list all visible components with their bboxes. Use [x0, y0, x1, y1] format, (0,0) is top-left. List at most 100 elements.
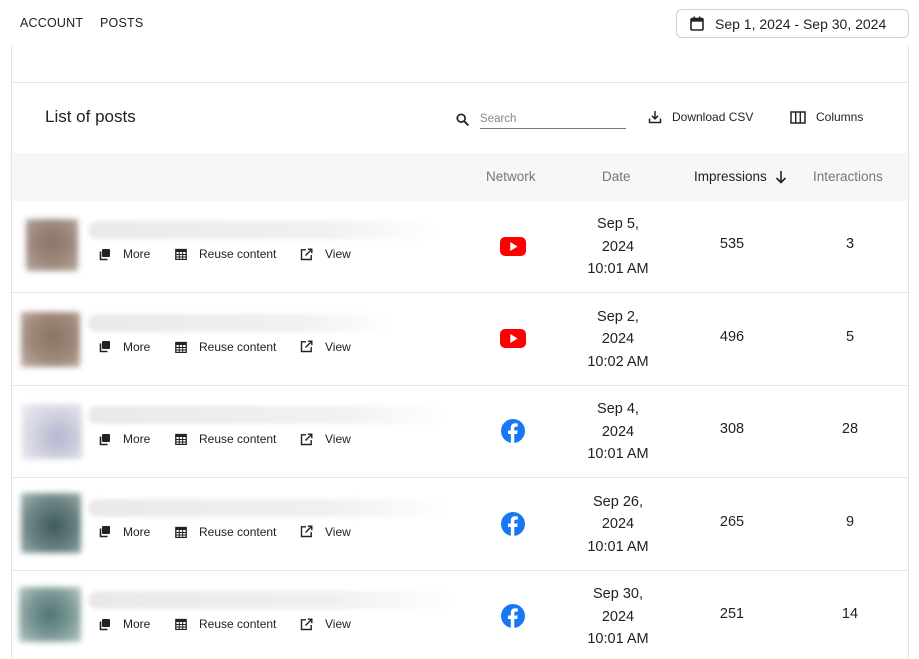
- network-icon-cell: [500, 418, 526, 444]
- more-button[interactable]: More: [98, 617, 175, 631]
- post-date: Sep 5, 2024 10:01 AM: [568, 213, 668, 281]
- reuse-content-button[interactable]: Reuse content: [175, 432, 300, 446]
- facebook-icon: [501, 511, 525, 536]
- calendar-grid-icon: [175, 618, 187, 630]
- network-icon-cell: [500, 603, 526, 629]
- posts-panel: List of posts Download CSV Columns Netwo…: [11, 46, 909, 659]
- facebook-icon: [501, 604, 525, 628]
- interactions-value: 9: [845, 513, 855, 530]
- post-title[interactable]: [88, 313, 393, 332]
- copy-icon: [99, 618, 110, 630]
- row-actions: More Reuse content View: [98, 432, 351, 446]
- nav-posts[interactable]: POSTS: [100, 16, 143, 30]
- table-row: More Reuse content Vi: [12, 571, 908, 659]
- network-icon-cell: [500, 511, 526, 537]
- post-date: Sep 26, 2024 10:01 AM: [568, 491, 668, 559]
- more-button[interactable]: More: [98, 247, 175, 261]
- network-icon-cell: [500, 326, 526, 352]
- more-label: More: [123, 247, 151, 261]
- reuse-content-label: Reuse content: [199, 247, 277, 261]
- columns-button[interactable]: Columns: [790, 110, 863, 124]
- impressions-value: 308: [719, 421, 745, 437]
- reuse-content-button[interactable]: Reuse content: [175, 617, 300, 631]
- view-label: View: [325, 339, 351, 354]
- external-link-icon: [300, 525, 313, 538]
- impressions-value: 496: [719, 328, 745, 345]
- search-box: [456, 109, 626, 129]
- more-label: More: [123, 524, 151, 539]
- post-date: Sep 2, 2024 10:02 AM: [568, 306, 668, 374]
- view-button[interactable]: View: [300, 617, 351, 631]
- date-range-picker[interactable]: Sep 1, 2024 - Sep 30, 2024: [676, 9, 909, 38]
- column-header-impressions[interactable]: Impressions: [694, 169, 787, 184]
- view-label: View: [325, 617, 351, 631]
- more-button[interactable]: More: [98, 432, 175, 446]
- calendar-grid-icon: [175, 341, 187, 353]
- post-title[interactable]: [88, 498, 448, 517]
- more-button[interactable]: More: [98, 340, 175, 354]
- view-button[interactable]: View: [300, 247, 351, 261]
- post-date-time: 10:02 AM: [587, 353, 649, 370]
- post-date-time: 10:01 AM: [587, 538, 649, 555]
- reuse-content-button[interactable]: Reuse content: [175, 247, 300, 261]
- impressions-value: 535: [719, 236, 745, 252]
- page-title: List of posts: [45, 107, 136, 126]
- youtube-icon: [500, 236, 526, 256]
- divider: [12, 82, 908, 83]
- more-label: More: [123, 339, 151, 354]
- calendar-grid-icon: [175, 248, 187, 260]
- post-date-time: 10:01 AM: [587, 261, 649, 277]
- table-row: More Reuse content Vi: [12, 386, 908, 478]
- post-thumbnail[interactable]: [26, 219, 78, 271]
- arrow-down-icon: [775, 170, 786, 184]
- search-input[interactable]: [480, 109, 626, 129]
- table-row: More Reuse content Vi: [12, 201, 908, 293]
- column-header-impressions-label: Impressions: [694, 169, 767, 184]
- calendar-grid-icon: [175, 433, 187, 445]
- column-header-date[interactable]: Date: [602, 169, 631, 184]
- post-date-year: 2024: [601, 608, 635, 625]
- row-actions: More Reuse content View: [98, 247, 351, 261]
- impressions-value: 265: [719, 513, 745, 530]
- copy-icon: [99, 433, 110, 445]
- post-thumbnail[interactable]: [22, 404, 82, 459]
- post-thumbnail[interactable]: [21, 492, 81, 553]
- date-range-text: Sep 1, 2024 - Sep 30, 2024: [715, 15, 887, 32]
- download-csv-label: Download CSV: [672, 110, 754, 124]
- calendar-icon: [690, 16, 704, 31]
- view-label: View: [325, 432, 351, 446]
- copy-icon: [99, 248, 110, 260]
- view-button[interactable]: View: [300, 340, 351, 354]
- reuse-content-label: Reuse content: [199, 617, 277, 631]
- view-label: View: [325, 524, 351, 539]
- reuse-content-label: Reuse content: [199, 339, 277, 354]
- post-date-day: Sep 2,: [597, 308, 639, 325]
- table-header: Network Date Impressions Interactions: [12, 153, 908, 201]
- post-date-time: 10:01 AM: [587, 446, 649, 462]
- post-thumbnail[interactable]: [19, 587, 81, 642]
- reuse-content-button[interactable]: Reuse content: [175, 340, 300, 354]
- nav-account[interactable]: ACCOUNT: [20, 16, 83, 30]
- post-title[interactable]: [88, 406, 448, 424]
- view-button[interactable]: View: [300, 525, 351, 539]
- top-bar: ACCOUNT POSTS Sep 1, 2024 - Sep 30, 2024: [0, 0, 919, 46]
- table-row: More Reuse content Vi: [12, 479, 908, 571]
- facebook-icon: [501, 419, 525, 443]
- more-label: More: [123, 617, 151, 631]
- post-thumbnail[interactable]: [21, 311, 80, 367]
- post-date: Sep 30, 2024 10:01 AM: [568, 583, 668, 651]
- column-header-network[interactable]: Network: [486, 169, 536, 184]
- post-date-day: Sep 30,: [593, 586, 643, 602]
- download-csv-button[interactable]: Download CSV: [648, 110, 753, 124]
- post-title[interactable]: [88, 221, 438, 239]
- reuse-content-button[interactable]: Reuse content: [175, 525, 300, 539]
- post-date-day: Sep 26,: [593, 493, 643, 510]
- post-date-year: 2024: [601, 238, 635, 255]
- reuse-content-label: Reuse content: [199, 524, 277, 539]
- column-header-interactions[interactable]: Interactions: [813, 169, 883, 184]
- view-button[interactable]: View: [300, 432, 351, 446]
- more-button[interactable]: More: [98, 525, 175, 539]
- post-title[interactable]: [88, 591, 456, 609]
- youtube-icon: [500, 329, 526, 348]
- interactions-value: 3: [845, 236, 855, 252]
